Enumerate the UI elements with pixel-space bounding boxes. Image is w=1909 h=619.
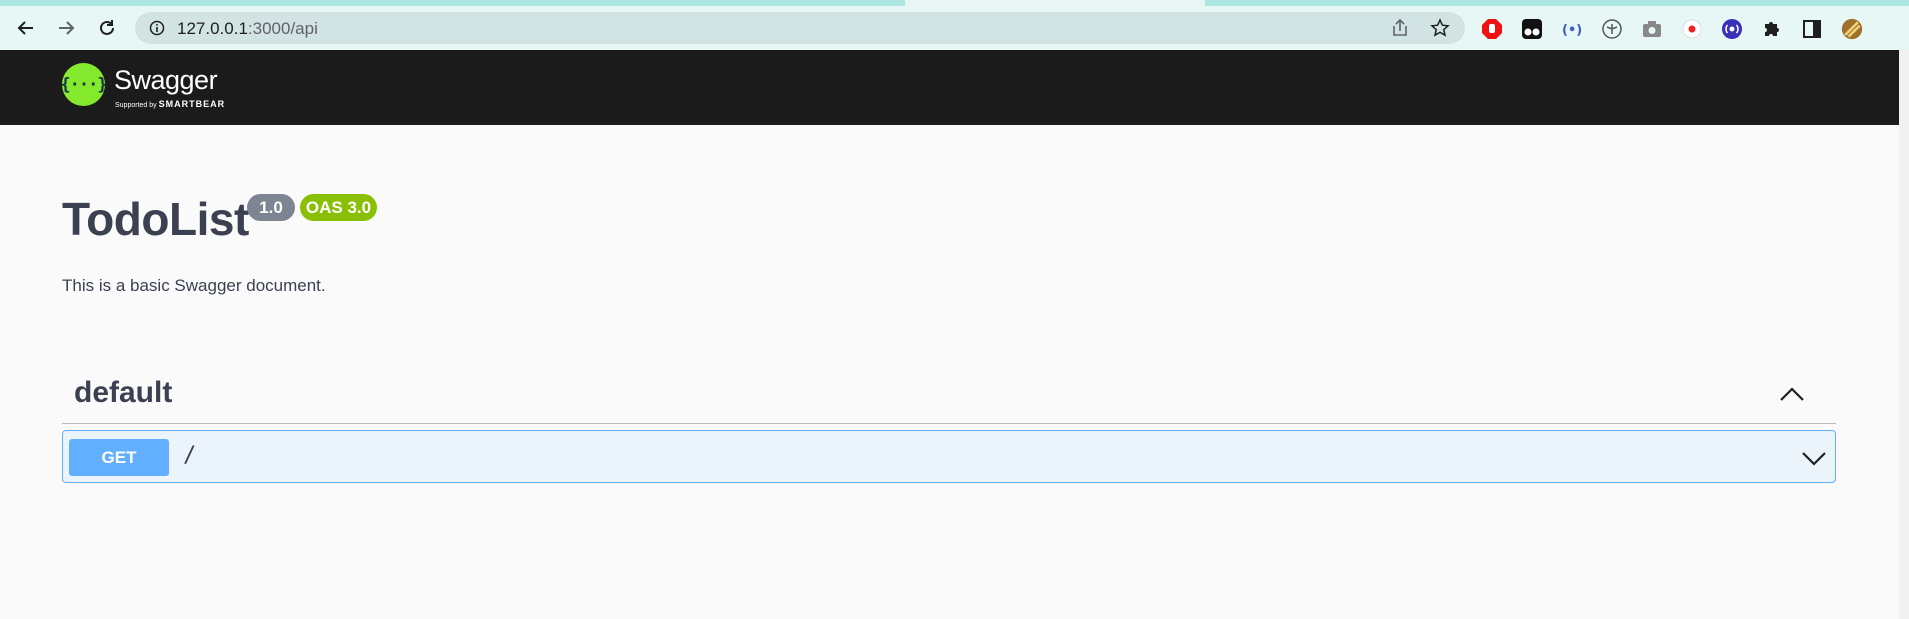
tag-section-header[interactable]: default: [62, 366, 1836, 424]
tampermonkey-extension-icon[interactable]: [1521, 18, 1543, 40]
svg-text:(•): (•): [1562, 23, 1582, 38]
back-button[interactable]: [12, 14, 40, 42]
operation-path[interactable]: /: [183, 443, 196, 468]
arrow-right-icon: [59, 21, 75, 35]
operation-expand-button[interactable]: [1799, 443, 1829, 473]
chevron-up-icon: [1780, 387, 1804, 401]
address-bar[interactable]: 127.0.0.1:3000/api: [135, 12, 1465, 44]
adblock-extension-icon[interactable]: [1481, 18, 1503, 40]
page-scrollbar[interactable]: [1899, 50, 1909, 619]
profile-avatar-icon[interactable]: [1841, 18, 1863, 40]
arrow-left-icon: [17, 21, 33, 35]
version-badge: 1.0: [247, 194, 295, 221]
url-text[interactable]: 127.0.0.1:3000/api: [177, 19, 318, 39]
supported-by-text: Supported by: [115, 102, 157, 109]
swagger-topbar: {···} Swagger Supported by SMARTBEAR: [0, 50, 1899, 125]
forward-button[interactable]: [52, 14, 80, 42]
broadcast-extension-icon[interactable]: [1721, 18, 1743, 40]
swagger-supported-by: Supported by SMARTBEAR: [115, 99, 225, 109]
url-host: 127.0.0.1: [177, 19, 248, 38]
chevron-down-icon: [1802, 452, 1826, 466]
palm-extension-icon[interactable]: [1601, 18, 1623, 40]
smartbear-text: SMARTBEAR: [158, 99, 226, 109]
site-info-icon[interactable]: [149, 20, 165, 41]
swagger-logo[interactable]: {···} Swagger Supported by SMARTBEAR: [60, 63, 224, 109]
url-path: :3000/api: [247, 19, 318, 38]
tag-collapse-button[interactable]: [1778, 380, 1806, 408]
camera-extension-icon[interactable]: [1641, 18, 1663, 40]
extensions-puzzle-icon[interactable]: [1761, 18, 1783, 40]
oas-badge: OAS 3.0: [300, 194, 377, 221]
reload-icon: [100, 20, 114, 35]
wappalyzer-extension-icon[interactable]: (•): [1561, 18, 1583, 40]
share-icon[interactable]: [1390, 18, 1410, 43]
tag-name[interactable]: default: [74, 376, 172, 410]
api-title: TodoList: [62, 193, 249, 245]
method-badge[interactable]: GET: [69, 439, 169, 476]
swagger-brand: Swagger: [114, 65, 218, 95]
api-description: This is a basic Swagger document.: [62, 276, 326, 295]
operation-get-root[interactable]: GET /: [62, 430, 1836, 483]
bookmark-star-icon[interactable]: [1430, 18, 1450, 43]
swagger-logo-mark: {···}: [60, 63, 108, 106]
side-panel-icon[interactable]: [1801, 18, 1823, 40]
record-extension-icon[interactable]: [1681, 18, 1703, 40]
browser-toolbar: 127.0.0.1:3000/api (•): [0, 6, 1909, 50]
reload-button[interactable]: [93, 14, 121, 42]
